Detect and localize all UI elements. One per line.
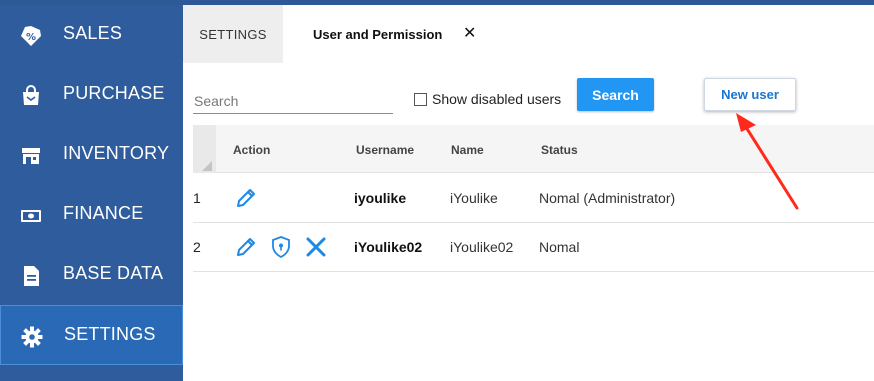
sidebar-item-sales[interactable]: % SALES bbox=[0, 5, 183, 65]
status-cell: Nomal bbox=[539, 239, 580, 255]
search-input[interactable] bbox=[193, 88, 393, 114]
column-header-action[interactable]: Action bbox=[233, 143, 270, 157]
search-button[interactable]: Search bbox=[577, 78, 654, 111]
name-cell: iYoulike02 bbox=[450, 239, 514, 255]
row-number: 2 bbox=[193, 239, 201, 255]
sidebar-item-label: INVENTORY bbox=[63, 143, 170, 163]
new-user-button[interactable]: New user bbox=[704, 78, 796, 111]
sidebar-item-purchase[interactable]: PURCHASE bbox=[0, 65, 183, 125]
edit-pencil-icon[interactable] bbox=[233, 185, 259, 211]
money-icon bbox=[20, 205, 42, 227]
store-icon bbox=[20, 145, 42, 167]
name-cell: iYoulike bbox=[450, 190, 498, 206]
sidebar-item-settings[interactable]: SETTINGS bbox=[0, 305, 183, 365]
delete-x-icon[interactable] bbox=[303, 234, 329, 260]
table-row: 1 iyoulike iYoulike Nomal (Administrator… bbox=[193, 174, 874, 223]
username-cell: iYoulike02 bbox=[354, 239, 423, 255]
shopping-bag-icon bbox=[20, 85, 42, 107]
tab-bar: SETTINGS User and Permission ✕ bbox=[183, 5, 874, 63]
table-corner bbox=[193, 125, 216, 173]
sidebar-item-finance[interactable]: FINANCE bbox=[0, 185, 183, 245]
row-number: 1 bbox=[193, 190, 201, 206]
sidebar-item-base-data[interactable]: BASE DATA bbox=[0, 245, 183, 305]
sidebar-item-label: BASE DATA bbox=[63, 263, 164, 283]
sidebar-item-label: SALES bbox=[63, 23, 123, 43]
tab-settings[interactable]: SETTINGS bbox=[183, 5, 283, 63]
status-cell: Nomal (Administrator) bbox=[539, 190, 676, 206]
table-row: 2 iYoulike02 iYoulike02 Nomal bbox=[193, 223, 874, 272]
permission-shield-icon[interactable] bbox=[268, 234, 294, 260]
document-icon bbox=[20, 265, 42, 287]
svg-text:%: % bbox=[26, 32, 36, 43]
show-disabled-checkbox[interactable] bbox=[414, 92, 427, 106]
gear-icon bbox=[21, 326, 43, 348]
sales-tag-icon: % bbox=[20, 25, 42, 47]
column-header-name[interactable]: Name bbox=[451, 143, 484, 157]
sidebar-item-label: SETTINGS bbox=[64, 324, 156, 344]
close-icon[interactable]: ✕ bbox=[463, 23, 476, 43]
tab-user-and-permission[interactable]: User and Permission bbox=[313, 27, 442, 42]
show-disabled-users-toggle[interactable]: Show disabled users bbox=[414, 91, 561, 107]
show-disabled-label: Show disabled users bbox=[432, 91, 562, 107]
sidebar: % SALES PURCHASE INVENTORY FINANCE BASE … bbox=[0, 5, 183, 381]
column-header-username[interactable]: Username bbox=[356, 143, 414, 157]
username-cell: iyoulike bbox=[354, 190, 407, 206]
sidebar-item-label: PURCHASE bbox=[63, 83, 165, 103]
sidebar-item-inventory[interactable]: INVENTORY bbox=[0, 125, 183, 185]
table-header: Action Username Name Status bbox=[193, 125, 874, 173]
edit-pencil-icon[interactable] bbox=[233, 234, 259, 260]
sidebar-item-label: FINANCE bbox=[63, 203, 144, 223]
column-header-status[interactable]: Status bbox=[541, 143, 578, 157]
